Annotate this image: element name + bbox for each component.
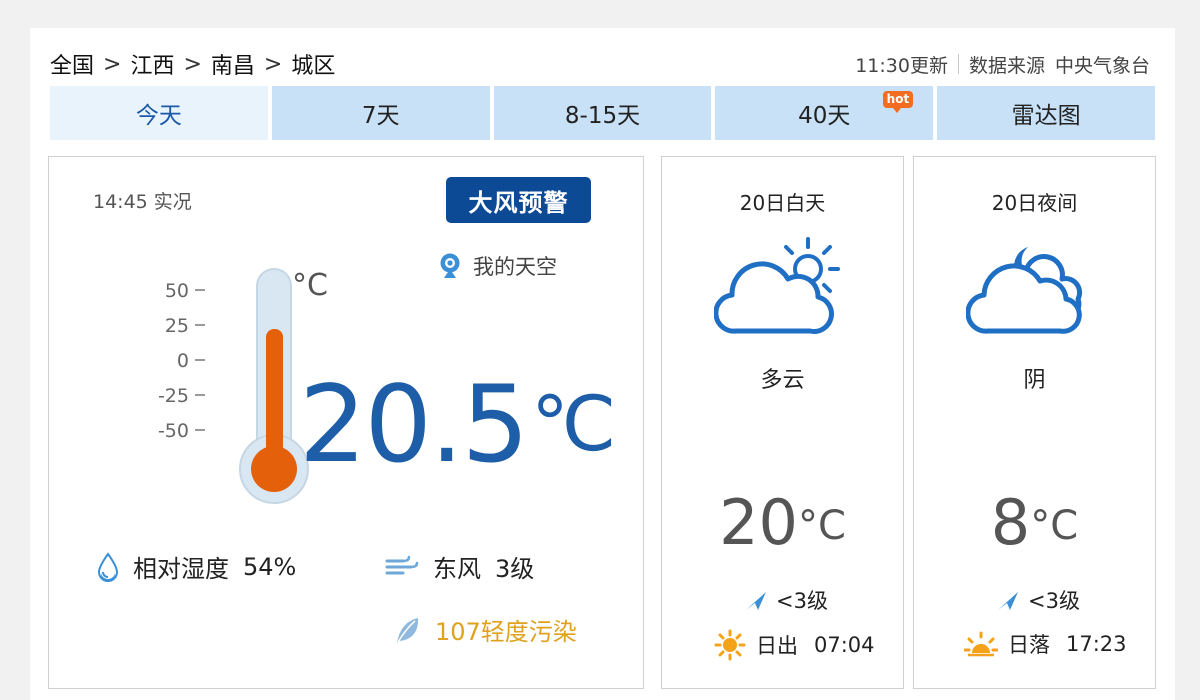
wind-arrow-icon [998,592,1018,610]
night-temperature-value: 8 [990,486,1031,559]
data-source: 中央气象台 [1054,54,1150,77]
update-meta: 11:30更新 数据来源 中央气象台 [855,51,1150,78]
breadcrumb-item-country[interactable]: 全国 [50,48,94,80]
breadcrumb-separator: > [183,51,202,77]
tab-today[interactable]: 今天 [50,86,268,140]
thermometer-unit: °C [292,268,328,303]
sunset-info: 日落 17:23 [964,629,1127,659]
night-temperature-unit: °C [1030,503,1079,549]
night-temperature: 8 °C [914,492,1155,554]
daytime-wind-level: <3级 [776,589,828,613]
partly-cloudy-day-icon [714,237,840,334]
scale-label: -50 [158,420,189,442]
wind-stat: 东风 3级 [385,549,534,584]
current-conditions-panel: 14:45 实况 大风预警 我的天空 °C 50 25 0 -25 -50 20… [48,156,644,689]
observation-time: 14:45 实况 [93,191,192,213]
current-temperature-unit: ℃ [531,379,616,468]
sunrise-time: 07:04 [814,633,875,657]
scale-label: 50 [165,280,189,302]
my-sky-label: 我的天空 [473,255,557,279]
wind-icon [385,555,419,574]
wind-arrow-icon [746,592,766,610]
humidity-stat: 相对湿度 54% [97,549,296,584]
webcam-icon [440,253,460,278]
breadcrumb-item-city[interactable]: 南昌 [211,48,255,80]
droplet-icon [97,551,119,582]
breadcrumb-separator: > [263,51,283,77]
current-temperature-value: 20.5 [299,363,529,486]
wind-level: 3级 [495,555,535,583]
forecast-tabs: 今天 7天 8-15天 40天 hot 雷达图 [50,86,1155,140]
wind-alert-button[interactable]: 大风预警 [446,177,591,223]
daytime-wind: <3级 [744,585,828,615]
breadcrumb: 全国 > 江西 > 南昌 > 城区 [50,48,335,80]
sunset-icon [964,631,998,657]
top-bar: 全国 > 江西 > 南昌 > 城区 11:30更新 数据来源 中央气象台 [50,48,1150,80]
scale-label: 0 [177,350,189,372]
daytime-weather: 多云 [760,368,805,393]
sunrise-icon [714,629,746,661]
daytime-temperature-value: 20 [719,486,798,559]
air-quality-value: 107轻度污染 [435,618,577,646]
wind-direction: 东风 [433,555,481,583]
humidity-label: 相对湿度 [133,555,229,583]
sunset-label: 日落 [1008,633,1050,657]
tab-label: 7天 [361,103,400,129]
tab-40-days[interactable]: 40天 hot [715,86,934,140]
cloudy-night-icon [966,247,1083,334]
sunset-time: 17:23 [1066,632,1127,656]
air-quality-link[interactable]: 107轻度污染 [393,612,577,647]
tab-label: 雷达图 [1011,103,1081,129]
current-temperature: 20.5 ℃ [299,363,616,486]
leaf-icon [397,617,419,643]
night-title: 20日夜间 [991,191,1078,215]
daytime-forecast-panel: 20日白天 多云 20 °C <3级 日出 07:04 [661,156,904,689]
night-wind-level: <3级 [1028,589,1080,613]
daytime-title: 20日白天 [739,191,826,215]
breadcrumb-item-district[interactable]: 城区 [291,48,335,80]
breadcrumb-item-province[interactable]: 江西 [130,48,174,80]
night-wind: <3级 [996,585,1080,615]
tab-label: 今天 [135,103,182,129]
update-time: 11:30更新 [855,54,948,77]
daytime-temperature: 20 °C [662,492,903,554]
daytime-temperature-unit: °C [797,503,846,549]
sunrise-info: 日出 07:04 [714,629,875,661]
scale-label: -25 [158,385,189,407]
hot-badge: hot [882,91,914,113]
meta-divider [957,54,959,74]
data-source-label: 数据来源 [968,54,1045,77]
tab-7-days[interactable]: 7天 [271,86,490,140]
tab-8-15-days[interactable]: 8-15天 [493,86,712,140]
breadcrumb-separator: > [103,51,122,77]
night-forecast-panel: 20日夜间 阴 8 °C <3级 日落 17:23 [913,156,1156,689]
tab-radar[interactable]: 雷达图 [937,86,1155,140]
tab-label: 8-15天 [564,103,641,129]
tab-label: 40天 [798,103,851,129]
scale-label: 25 [165,315,189,337]
humidity-value: 54% [243,552,297,581]
my-sky-link[interactable]: 我的天空 [439,251,557,281]
sunrise-label: 日出 [756,634,798,658]
night-weather: 阴 [1023,368,1046,393]
